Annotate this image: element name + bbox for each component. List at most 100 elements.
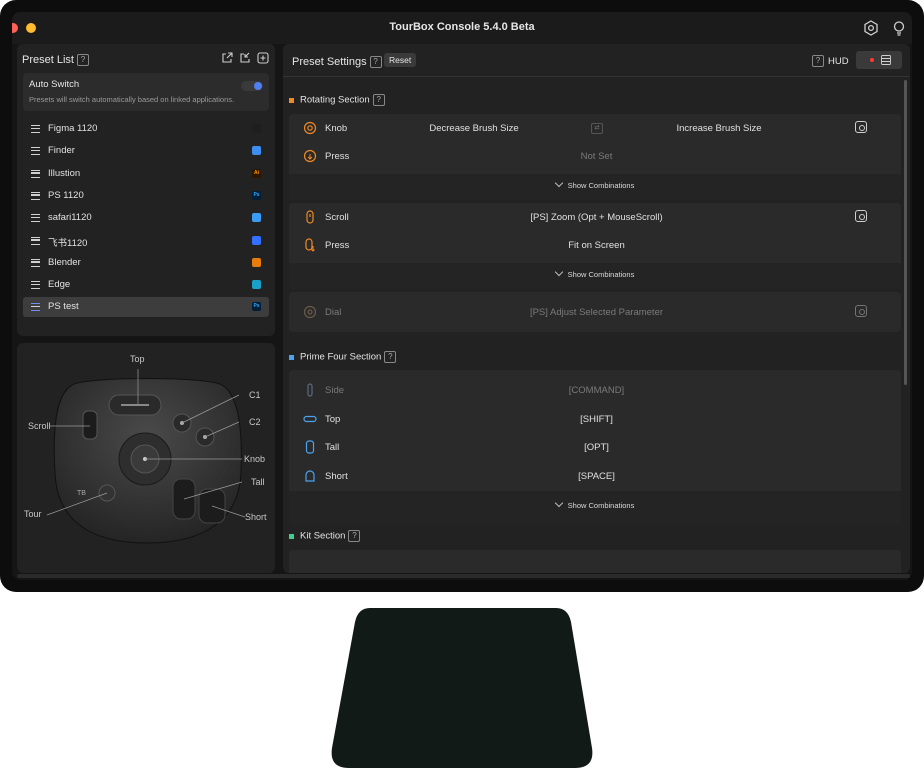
drag-handle-icon[interactable]	[31, 281, 40, 290]
scroll-card: Scroll [PS] Zoom (Opt + MouseScroll) Pre…	[289, 203, 901, 289]
short-row[interactable]: Short [SPACE]	[289, 462, 901, 490]
title-bar: TourBox Console 5.4.0 Beta	[12, 12, 912, 44]
preset-settings-panel: Preset Settings? Reset ? HUD Rotating Se…	[283, 44, 910, 573]
photoshop-icon: Ps	[252, 302, 261, 312]
preset-item[interactable]: Figma 1120	[23, 119, 269, 139]
preset-item[interactable]: Finder	[23, 141, 269, 161]
drag-handle-icon[interactable]	[31, 169, 40, 178]
scroll-row[interactable]: Scroll [PS] Zoom (Opt + MouseScroll)	[289, 203, 901, 231]
scroll-press-value[interactable]: Fit on Screen	[439, 240, 754, 251]
horizontal-scrollbar[interactable]	[17, 574, 910, 578]
dial-card: Dial [PS] Adjust Selected Parameter	[289, 292, 901, 332]
preset-settings-help-icon[interactable]: ?	[369, 56, 382, 69]
monitor-stand	[331, 608, 593, 768]
app-window: TourBox Console 5.4.0 Beta Preset List?	[12, 12, 912, 580]
short-name: Short	[325, 471, 348, 482]
safari-icon	[252, 213, 261, 223]
tall-value[interactable]: [OPT]	[439, 442, 754, 453]
settings-gear-icon[interactable]	[863, 20, 879, 36]
lightbulb-icon[interactable]	[891, 20, 907, 36]
import-icon[interactable]	[239, 52, 251, 64]
drag-handle-icon[interactable]	[31, 258, 40, 267]
prime-four-show-combinations[interactable]: Show Combinations	[289, 491, 901, 525]
device-label-tour: Tour	[24, 509, 42, 519]
drag-handle-icon[interactable]	[31, 147, 40, 156]
drag-handle-icon[interactable]	[31, 191, 40, 200]
preset-item[interactable]: Blender	[23, 253, 269, 273]
preset-item[interactable]: 飞书1120	[23, 231, 269, 251]
auto-switch-toggle[interactable]	[241, 81, 263, 91]
kit-section-bullet	[289, 533, 294, 539]
dial-hud-icon[interactable]	[855, 305, 867, 317]
knob-right-action[interactable]: Increase Brush Size	[644, 123, 794, 134]
knob-hud-icon[interactable]	[855, 121, 867, 133]
device-label-c1: C1	[249, 390, 261, 400]
dial-row[interactable]: Dial [PS] Adjust Selected Parameter	[289, 298, 901, 326]
knob-name: Knob	[325, 123, 348, 134]
vertical-scrollbar[interactable]	[904, 80, 907, 385]
kit-section-title: Kit Section	[300, 530, 346, 542]
top-value[interactable]: [SHIFT]	[439, 414, 754, 425]
scroll-icon	[306, 210, 314, 224]
knob-row[interactable]: Knob Decrease Brush Size ⇄ Increase Brus…	[289, 114, 901, 142]
hud-help-icon[interactable]: ?	[812, 55, 824, 67]
preset-item-label: safari1120	[48, 212, 92, 224]
reset-button[interactable]: Reset	[384, 53, 417, 67]
hud-grid-icon	[881, 55, 891, 65]
side-value[interactable]: [COMMAND]	[439, 385, 754, 396]
knob-card: Knob Decrease Brush Size ⇄ Increase Brus…	[289, 114, 901, 200]
export-icon[interactable]	[221, 52, 233, 64]
side-row[interactable]: Side [COMMAND]	[289, 376, 901, 404]
chevron-down-icon	[554, 267, 563, 277]
auto-switch-description: Presets will switch automatically based …	[29, 95, 235, 104]
prime-four-section-bullet	[289, 354, 294, 360]
preset-item-label: Illustion	[48, 167, 81, 179]
tall-row[interactable]: Tall [OPT]	[289, 433, 901, 461]
device-preview-panel: TB Top C1 C2 Scroll Knob Tall Tour Short	[17, 343, 275, 573]
preset-item[interactable]: PS test Ps	[23, 297, 269, 318]
swap-icon[interactable]: ⇄	[591, 123, 603, 134]
drag-handle-icon[interactable]	[31, 214, 40, 223]
scroll-show-combinations[interactable]: Show Combinations	[289, 263, 901, 289]
add-preset-icon[interactable]	[257, 52, 269, 64]
preset-settings-title: Preset Settings	[292, 56, 367, 68]
scroll-name: Scroll	[325, 212, 349, 223]
hud-toggle-button[interactable]	[856, 51, 902, 69]
hud-label: HUD	[828, 56, 849, 67]
rotating-section-bullet	[289, 97, 294, 103]
preset-item[interactable]: PS 1120 Ps	[23, 186, 269, 206]
preset-item[interactable]: Illustion Ai	[23, 164, 269, 184]
knob-press-icon	[303, 149, 317, 163]
scroll-hud-icon[interactable]	[855, 210, 867, 222]
knob-show-combinations[interactable]: Show Combinations	[289, 174, 901, 200]
side-button-icon	[307, 383, 313, 397]
knob-press-value[interactable]: Not Set	[439, 151, 754, 162]
drag-handle-icon[interactable]	[31, 125, 40, 133]
header-divider	[283, 76, 910, 77]
drag-handle-icon[interactable]	[31, 303, 40, 312]
preset-item-label: 飞书1120	[48, 237, 88, 249]
prime-four-section-help-icon[interactable]: ?	[384, 351, 397, 363]
tourbox-device-image: TB	[46, 369, 246, 544]
preset-list-help-icon[interactable]: ?	[76, 54, 89, 67]
preset-item[interactable]: safari1120	[23, 208, 269, 228]
preset-list-panel: Preset List? Auto Switch Presets will sw…	[17, 44, 275, 336]
feishu-icon	[252, 235, 261, 245]
knob-left-action[interactable]: Decrease Brush Size	[399, 123, 549, 134]
tall-button-icon	[305, 440, 315, 454]
drag-handle-icon[interactable]	[31, 236, 40, 245]
figma-icon	[252, 124, 261, 133]
dial-name: Dial	[325, 307, 342, 318]
rotating-section-help-icon[interactable]: ?	[372, 94, 385, 106]
knob-icon	[303, 121, 317, 135]
scroll-value[interactable]: [PS] Zoom (Opt + MouseScroll)	[439, 212, 754, 223]
dial-value[interactable]: [PS] Adjust Selected Parameter	[439, 307, 754, 318]
app-title: TourBox Console 5.4.0 Beta	[389, 21, 535, 33]
short-value[interactable]: [SPACE]	[439, 471, 754, 482]
scroll-press-row[interactable]: Press Fit on Screen	[289, 231, 901, 259]
svg-text:TB: TB	[77, 490, 86, 497]
top-row[interactable]: Top [SHIFT]	[289, 405, 901, 433]
knob-press-row[interactable]: Press Not Set	[289, 142, 901, 170]
preset-item[interactable]: Edge	[23, 275, 269, 295]
kit-section-help-icon[interactable]: ?	[348, 530, 361, 542]
